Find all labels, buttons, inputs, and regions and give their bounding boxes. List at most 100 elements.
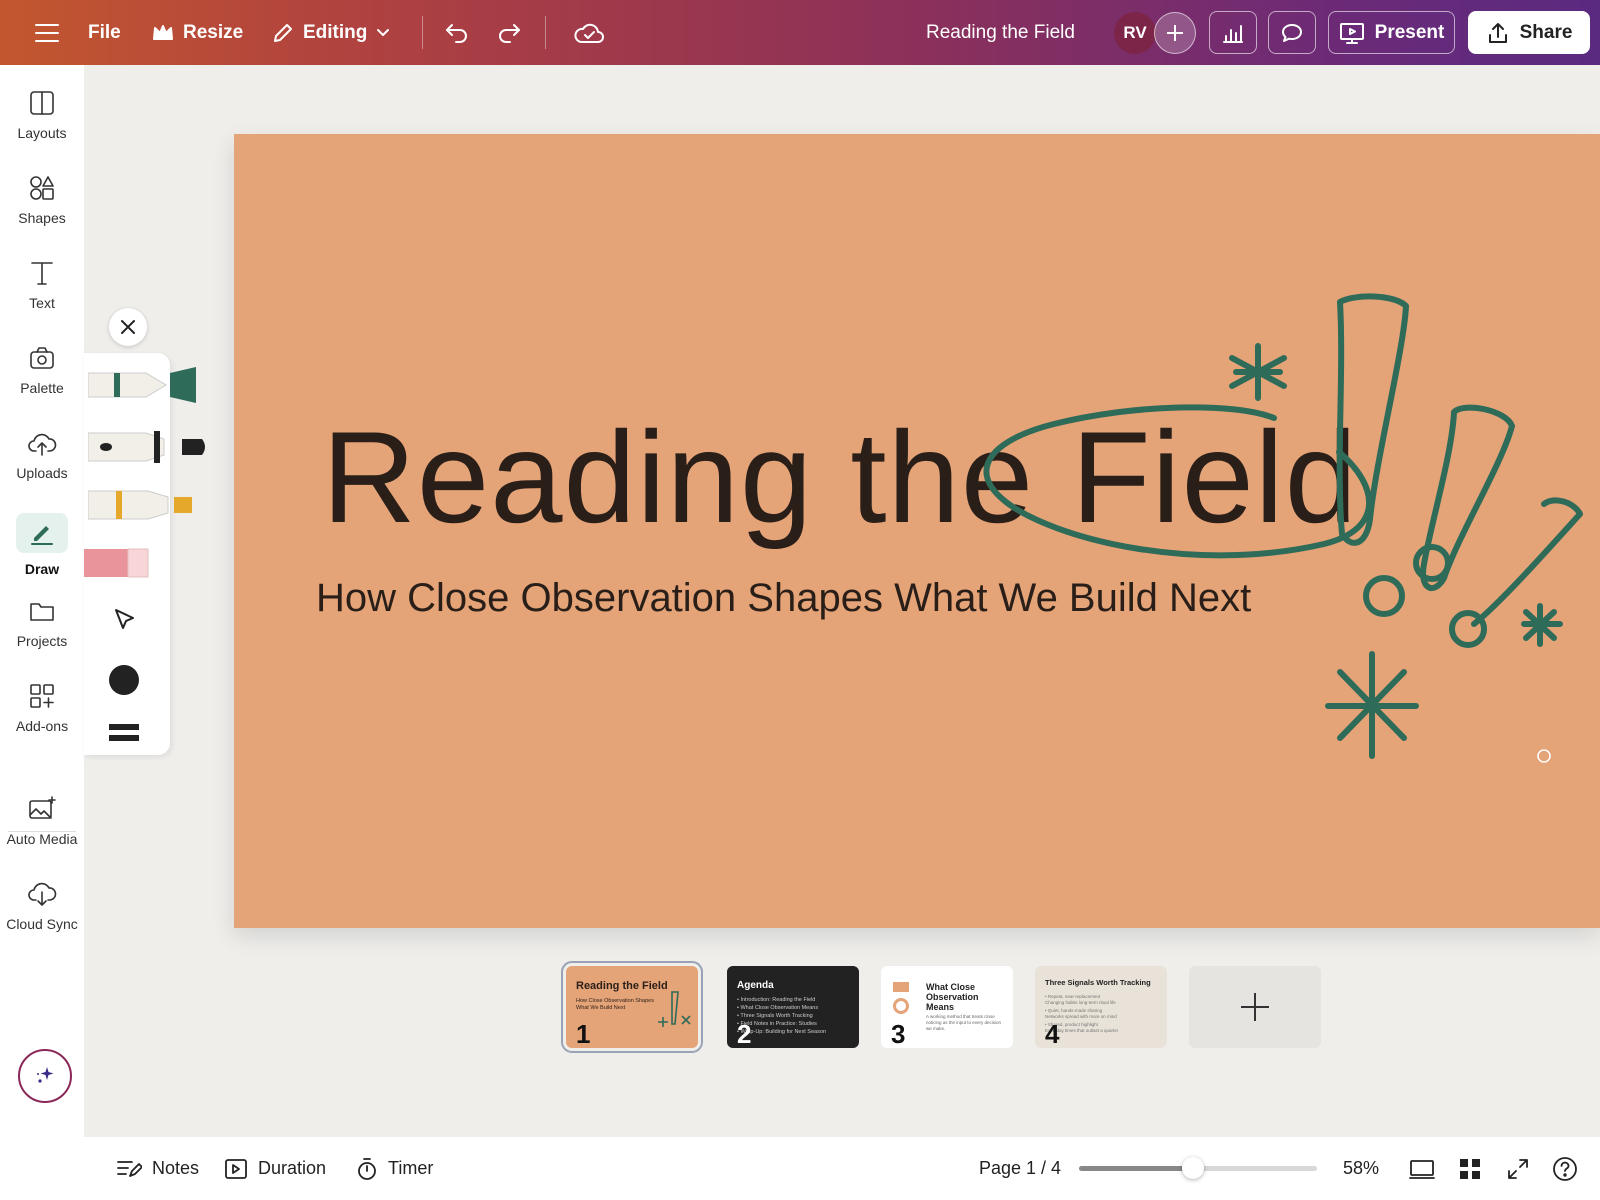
- timer-button[interactable]: Timer: [356, 1137, 433, 1200]
- share-label: Share: [1519, 21, 1573, 43]
- plus-icon: [1167, 25, 1183, 41]
- sidebar-item-palette[interactable]: Palette: [0, 344, 84, 396]
- thumbnail-line: • Introduction: Reading the Field: [737, 997, 816, 1003]
- thumbnail-number: 2: [737, 1019, 752, 1048]
- redo-button[interactable]: [496, 0, 522, 65]
- layout-icon: [30, 91, 54, 115]
- thumbnail-slide-3[interactable]: What Close Observation Means A working m…: [881, 966, 1013, 1048]
- dot-doodle: [1449, 610, 1487, 648]
- asterisk-doodle-small: [1229, 343, 1287, 401]
- document-title-text: Reading the Field: [926, 21, 1075, 43]
- sidebar-item-label: Cloud Sync: [6, 916, 78, 932]
- thumbnail-title: What Close Observation Means: [926, 982, 979, 1012]
- sidebar-item-add-ons[interactable]: Add-ons: [0, 682, 84, 734]
- avatar-initials: RV: [1123, 23, 1147, 42]
- share-button[interactable]: Share: [1468, 11, 1590, 54]
- help-icon: [1553, 1156, 1577, 1181]
- timer-label: Timer: [388, 1158, 434, 1178]
- color-swatch-icon[interactable]: [108, 664, 140, 696]
- plus-icon: [1241, 993, 1269, 1021]
- draw-icon-bg: [16, 513, 68, 553]
- avatar[interactable]: RV: [1114, 12, 1156, 54]
- dot-doodle: [1363, 575, 1405, 617]
- thumbnail-accent-circle: [893, 998, 909, 1014]
- upload-share-icon: [1488, 22, 1507, 43]
- zoom-slider[interactable]: [1079, 1157, 1317, 1179]
- sidebar-item-label: Uploads: [16, 465, 68, 481]
- sidebar-item-label: Add-ons: [15, 718, 69, 734]
- resize-label: Resize: [183, 21, 244, 43]
- divider: [545, 16, 546, 49]
- sidebar-item-cloud-sync[interactable]: Cloud Sync: [0, 880, 84, 932]
- exclamation-doodle-slanted: [1471, 497, 1583, 627]
- top-bar: File Resize Editing Reading the Field RV…: [0, 0, 1600, 65]
- exclamation-doodle-medium: [1420, 404, 1515, 591]
- thumbnail-slide-4[interactable]: Three Signals Worth Tracking • Repeat, n…: [1035, 966, 1167, 1048]
- add-collaborator-button[interactable]: [1154, 12, 1196, 54]
- sidebar-item-projects[interactable]: Projects: [0, 597, 84, 649]
- slide-title[interactable]: Reading the Field: [322, 412, 1358, 542]
- view-mode-button[interactable]: [1409, 1137, 1435, 1200]
- zoom-level[interactable]: 58%: [1343, 1137, 1379, 1200]
- thumbnail-subtitle: A working method that treats close notic…: [926, 1014, 1002, 1031]
- notes-button[interactable]: Notes: [116, 1137, 199, 1200]
- add-slide-button[interactable]: [1189, 966, 1321, 1048]
- thumbnail-slide-1[interactable]: Reading the Field How Close Observation …: [561, 961, 703, 1053]
- zoom-slider-handle[interactable]: [1182, 1157, 1205, 1179]
- highlighter-tool[interactable]: [88, 483, 208, 527]
- presentation-icon: [1339, 22, 1364, 44]
- marker-tool[interactable]: [88, 425, 212, 469]
- hamburger-icon: [35, 23, 59, 42]
- file-label: File: [88, 21, 121, 43]
- undo-button[interactable]: [444, 0, 470, 65]
- insights-button[interactable]: [1209, 11, 1257, 54]
- close-icon: [121, 320, 135, 334]
- thumbnail-number: 4: [1045, 1019, 1060, 1048]
- menu-button[interactable]: [34, 0, 60, 65]
- grid-icon: [1460, 1158, 1480, 1179]
- present-label: Present: [1374, 21, 1445, 43]
- sidebar-item-auto-media[interactable]: Auto Media: [0, 795, 84, 847]
- asterisk-doodle-large: [1325, 651, 1419, 759]
- document-title[interactable]: Reading the Field: [926, 0, 1075, 65]
- bottom-bar: Notes Duration Timer Page 1 / 4 58%: [0, 1137, 1600, 1200]
- sidebar-item-label: Shapes: [18, 210, 66, 226]
- notes-label: Notes: [152, 1158, 200, 1178]
- sidebar-item-shapes[interactable]: Shapes: [0, 174, 84, 226]
- thumbnail-number: 1: [576, 1019, 591, 1048]
- folder-icon: [30, 603, 54, 621]
- thumbnail-number: 3: [891, 1019, 906, 1048]
- slide-canvas[interactable]: Reading the Field How Close Observation …: [234, 134, 1600, 928]
- duration-button[interactable]: Duration: [224, 1137, 326, 1200]
- notes-icon: [117, 1160, 142, 1177]
- comments-button[interactable]: [1268, 11, 1316, 54]
- resize-button[interactable]: Resize: [152, 0, 243, 65]
- pen-tool[interactable]: [88, 365, 208, 409]
- cloud-check-icon: [574, 23, 604, 43]
- duration-label: Duration: [258, 1158, 327, 1178]
- shapes-icon: [30, 176, 54, 200]
- sidebar-item-uploads[interactable]: Uploads: [0, 429, 84, 481]
- grid-view-button[interactable]: [1458, 1137, 1482, 1200]
- eraser-tool[interactable]: [84, 547, 154, 579]
- present-button[interactable]: Present: [1328, 11, 1455, 54]
- thumbnail-slide-2[interactable]: Agenda • Introduction: Reading the Field…: [727, 966, 859, 1048]
- stroke-weight-icon[interactable]: [108, 723, 140, 743]
- sparkle-icon: [37, 1067, 54, 1083]
- sidebar-item-text[interactable]: Text: [0, 259, 84, 311]
- draw-tool-tray: [84, 353, 205, 755]
- close-draw-tray-button[interactable]: [109, 308, 147, 346]
- sidebar-item-draw[interactable]: Draw: [0, 513, 84, 577]
- select-arrow-icon[interactable]: [112, 607, 138, 633]
- editing-dropdown[interactable]: Editing: [272, 0, 390, 65]
- file-menu[interactable]: File: [88, 0, 121, 65]
- cloud-sync-status[interactable]: [573, 0, 605, 65]
- chevron-down-icon: [377, 28, 390, 36]
- magic-assistant-button[interactable]: [18, 1049, 72, 1103]
- thumbnail-accent-block: [893, 982, 909, 992]
- slide-subtitle[interactable]: How Close Observation Shapes What We Bui…: [316, 576, 1251, 621]
- zoom-label: 58%: [1343, 1158, 1380, 1178]
- help-button[interactable]: [1552, 1137, 1578, 1200]
- fullscreen-button[interactable]: [1506, 1137, 1530, 1200]
- sidebar-item-layouts[interactable]: Layouts: [0, 89, 84, 141]
